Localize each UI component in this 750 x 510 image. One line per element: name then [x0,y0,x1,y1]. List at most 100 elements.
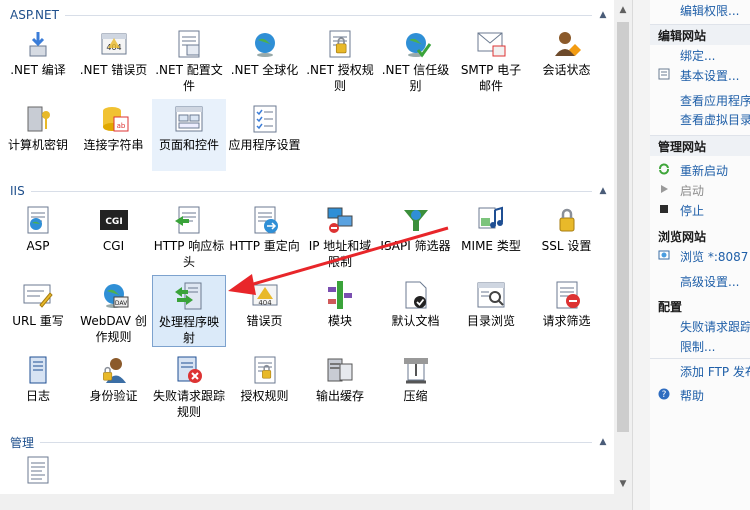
pane-splitter[interactable] [632,0,650,510]
authorization-lock-icon [324,28,356,60]
feature-cgi[interactable]: CGI CGI [77,200,151,272]
feature-http-headers[interactable]: HTTP 响应标头 [152,200,226,272]
scroll-down-icon[interactable]: ▼ [614,476,632,492]
net-profile-icon [173,28,205,60]
feature-isapi-filter[interactable]: ISAPI 筛选器 [379,200,453,272]
svg-text:404: 404 [258,299,272,307]
scroll-thumb[interactable] [617,22,629,432]
compression-icon [400,354,432,386]
feature-email[interactable]: SMTP 电子邮件 [454,24,528,96]
feature-mime-types[interactable]: MIME 类型 [454,200,528,272]
feature-label: 日志 [25,389,50,403]
feature-machine-key[interactable]: 计算机密钥 [1,99,75,171]
feature-label: ISAPI 筛选器 [380,239,451,253]
cgi-icon: CGI [98,204,130,236]
feature-configuration-editor[interactable] [1,450,75,494]
connection-string-icon: ab [98,103,130,135]
configure-heading: 配置 [658,300,683,314]
feature-logging[interactable]: 日志 [1,350,75,422]
feature-ssl-lock[interactable]: SSL 设置 [530,200,604,272]
feature-request-filtering[interactable]: 请求筛选 [530,275,604,347]
http-headers-icon [173,204,205,236]
basic-settings-link[interactable]: 基本设置... [680,67,739,84]
section-title: IIS [10,184,25,198]
feature-label: 模块 [327,314,352,328]
feature-label: 授权规则 [240,389,289,403]
view-applications-link[interactable]: 查看应用程序 [680,92,750,109]
feature-authorization-lock[interactable]: .NET 授权规则 [303,24,377,96]
feature-label: CGI [102,239,125,253]
help-link[interactable]: 帮助 [680,387,704,404]
modules-icon [324,279,356,311]
horizontal-scrollbar[interactable] [0,494,632,510]
feature-label: 输出缓存 [315,389,364,403]
view-virtual-directories-link[interactable]: 查看虚拟目录 [680,111,750,128]
collapse-icon[interactable]: ▲ [596,186,610,196]
restart-icon [659,163,669,175]
feature-label: HTTP 响应标头 [153,239,225,269]
stop-link[interactable]: 停止 [680,202,704,219]
handler-mappings-icon [173,280,205,312]
error-pages-icon: 404 [249,279,281,311]
edit-permissions-link[interactable]: 编辑权限... [680,2,739,19]
start-link[interactable]: 启动 [680,182,704,199]
feature-output-cache[interactable]: 输出缓存 [303,350,377,422]
configuration-editor-icon [22,454,54,486]
feature-handler-mappings[interactable]: 处理程序映射 [152,275,226,347]
restart-link[interactable]: 重新启动 [680,162,728,179]
feature-net-error-pages[interactable]: 404 .NET 错误页 [77,24,151,96]
feature-asp[interactable]: ASP [1,200,75,272]
feature-ip-restrict[interactable]: IP 地址和域限制 [303,200,377,272]
feature-default-document[interactable]: 默认文档 [379,275,453,347]
browse-port-link[interactable]: 浏览 *:8087 ( [680,248,750,265]
machine-key-icon [22,103,54,135]
section-header-iis[interactable]: IIS ▲ [10,183,610,199]
app-settings-icon [249,103,281,135]
feature-error-pages[interactable]: 404 错误页 [228,275,302,347]
svg-text:CGI: CGI [105,217,122,227]
feature-net-compile[interactable]: .NET 编译 [1,24,75,96]
limits-link[interactable]: 限制... [680,338,715,355]
feature-authorization-rules[interactable]: 授权规则 [228,350,302,422]
collapse-icon[interactable]: ▲ [596,10,610,20]
collapse-icon[interactable]: ▲ [596,437,610,447]
feature-http-redirect[interactable]: HTTP 重定向 [228,200,302,272]
section-header-aspnet[interactable]: ASP.NET ▲ [10,7,610,23]
feature-authentication[interactable]: 身份验证 [77,350,151,422]
add-ftp-publishing-link[interactable]: 添加 FTP 发布 [680,363,750,380]
divider [650,358,750,359]
vertical-scrollbar[interactable]: ▲ ▼ [614,0,632,494]
feature-session-state[interactable]: 会话状态 [530,24,604,96]
bindings-link[interactable]: 绑定... [680,47,715,64]
feature-label: .NET 授权规则 [306,63,374,93]
feature-connection-string[interactable]: ab 连接字符串 [77,99,151,171]
authentication-icon [98,354,130,386]
feature-label: HTTP 重定向 [229,239,300,253]
advanced-settings-link[interactable]: 高级设置... [680,273,739,290]
feature-label: SSL 设置 [541,239,592,253]
feature-webdav[interactable]: DAV WebDAV 创作规则 [77,275,151,347]
feature-url-rewrite[interactable]: URL 重写 [1,275,75,347]
manage-site-heading: 管理网站 [658,140,707,154]
globe-icon [249,28,281,60]
section-header-manage[interactable]: 管理 ▲ [10,434,610,450]
feature-label: 压缩 [403,389,428,403]
feature-net-profile[interactable]: .NET 配置文件 [152,24,226,96]
section-title: 管理 [10,435,35,450]
feature-label: 目录浏览 [466,314,515,328]
feature-label: .NET 信任级别 [381,63,450,93]
feature-failed-request[interactable]: 失败请求跟踪规则 [152,350,226,422]
start-icon [661,185,668,193]
feature-compression[interactable]: 压缩 [379,350,453,422]
feature-globe[interactable]: .NET 全球化 [228,24,302,96]
feature-app-settings[interactable]: 应用程序设置 [228,99,302,171]
feature-label: 默认文档 [391,314,440,328]
feature-directory-browsing[interactable]: 目录浏览 [454,275,528,347]
session-state-icon [551,28,583,60]
failed-request-tracing-link[interactable]: 失败请求跟踪 [680,318,750,335]
feature-trust-level[interactable]: .NET 信任级别 [379,24,453,96]
scroll-up-icon[interactable]: ▲ [614,2,632,18]
divider [40,441,592,443]
feature-modules[interactable]: 模块 [303,275,377,347]
feature-pages-controls[interactable]: 页面和控件 [152,99,226,171]
